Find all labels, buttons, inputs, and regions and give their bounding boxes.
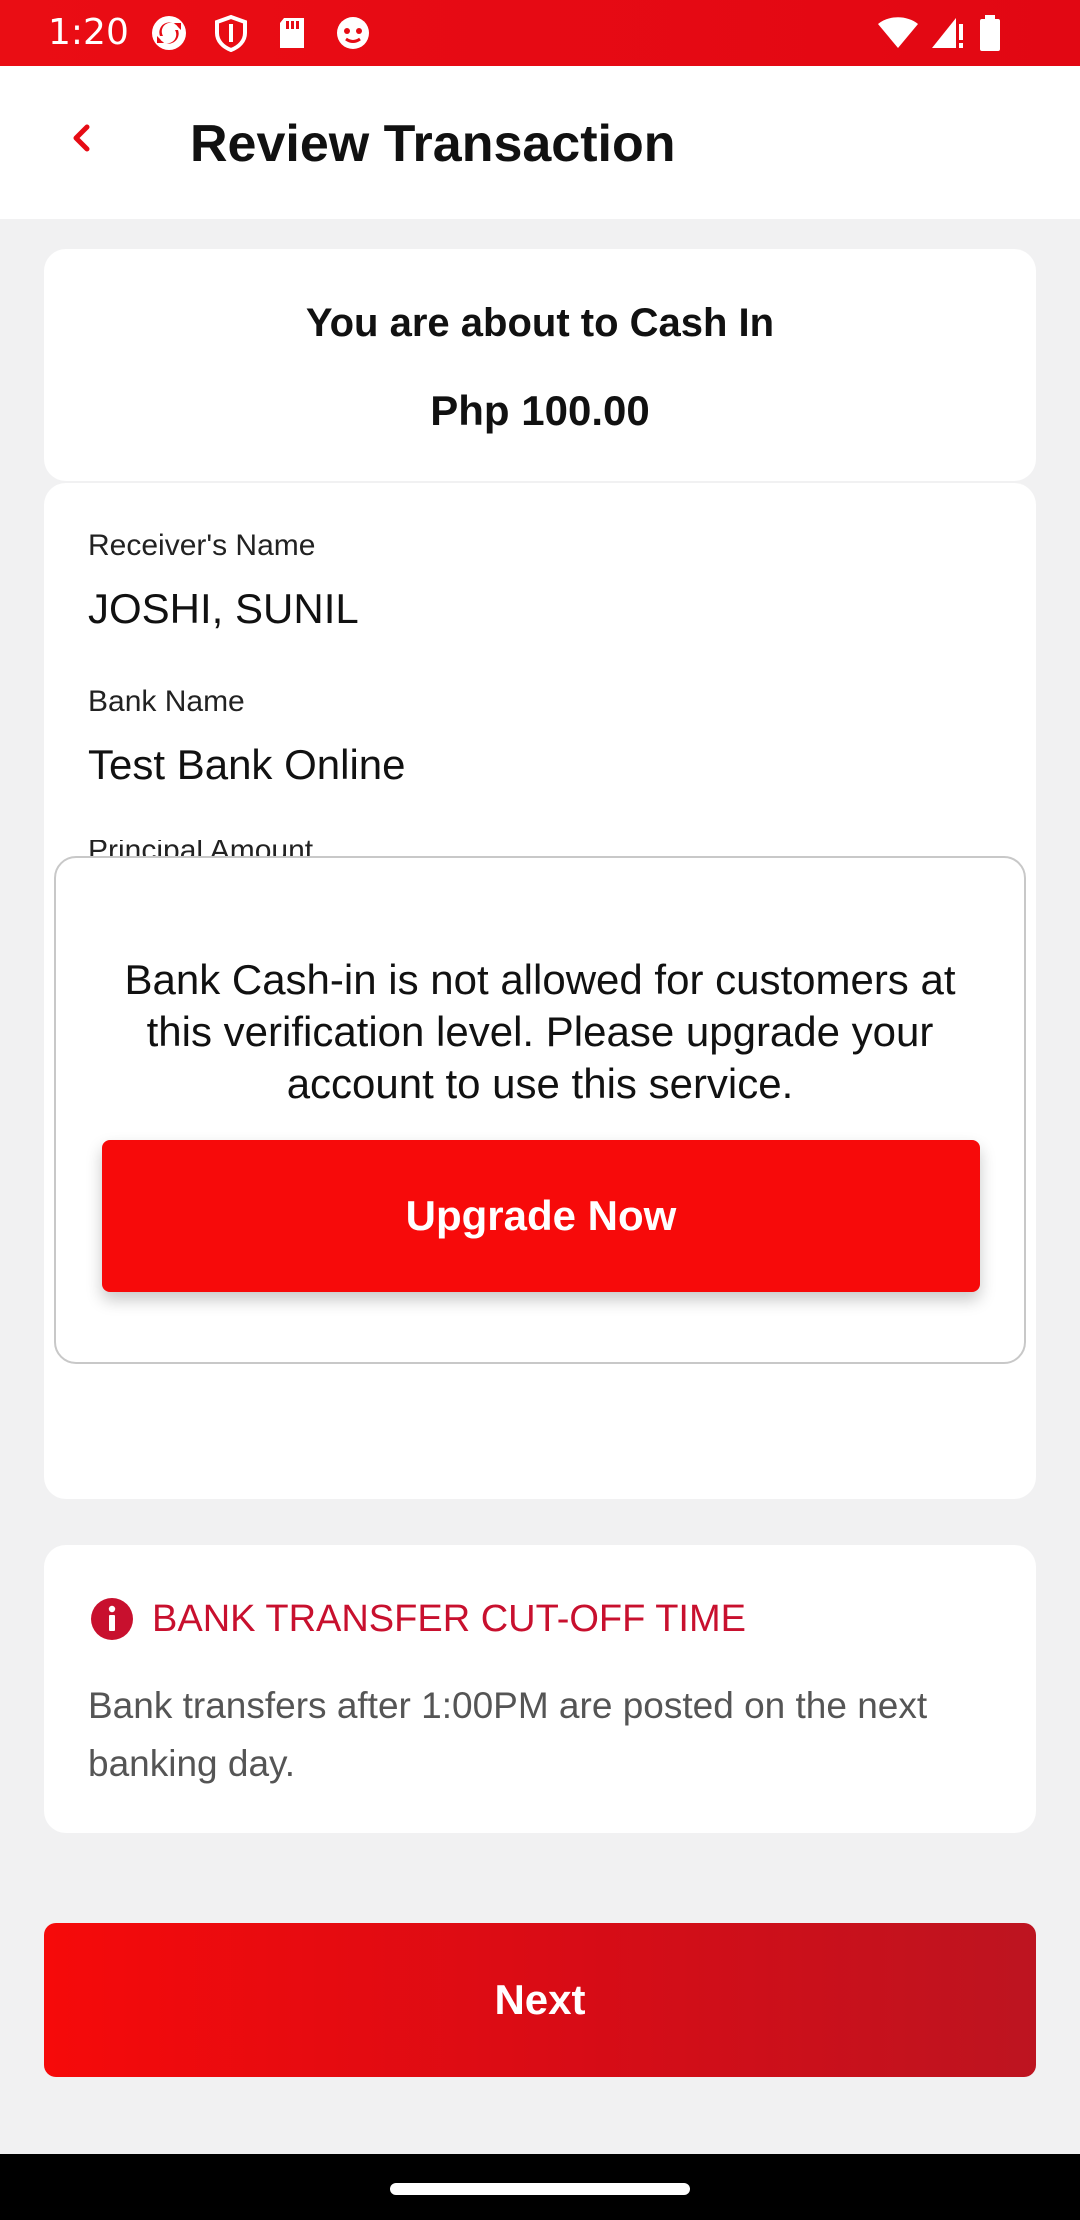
bank-name-value: Test Bank Online [88,741,406,788]
signal-icon [932,18,963,48]
summary-card: You are about to Cash In Php 100.00 [44,249,1036,481]
dialog-message: Bank Cash-in is not allowed for customer… [124,956,956,1107]
page-title: Review Transaction [190,115,676,173]
home-indicator[interactable] [390,2183,690,2195]
back-button[interactable] [50,106,114,170]
chevron-left-icon [73,124,90,152]
wifi-icon [878,17,918,48]
next-button[interactable]: Next [44,1923,1036,2077]
receiver-name-label: Receiver's Name [88,529,316,562]
notice-body: Bank transfers after 1:00PM are posted o… [88,1685,928,1784]
upgrade-now-button[interactable]: Upgrade Now [102,1140,980,1292]
receiver-name-value: JOSHI, SUNIL [88,585,359,632]
status-bar: 1:20 [0,0,1080,66]
summary-amount: Php 100.00 [430,387,650,434]
app-icon [337,17,369,49]
sd-card-icon [280,18,304,48]
notice-title: BANK TRANSFER CUT-OFF TIME [152,1598,746,1640]
sync-icon [152,16,186,50]
battery-icon [980,15,1000,51]
cutoff-notice-card: BANK TRANSFER CUT-OFF TIME Bank transfer… [44,1545,1036,1833]
shield-icon [215,14,247,52]
app-bar: Review Transaction [0,66,1080,219]
navigation-bar [0,2154,1080,2220]
info-icon [91,1598,133,1640]
status-time: 1:20 [48,12,129,53]
upgrade-dialog: Bank Cash-in is not allowed for customer… [54,856,1026,1364]
summary-title: You are about to Cash In [305,301,775,345]
bank-name-label: Bank Name [88,685,245,718]
